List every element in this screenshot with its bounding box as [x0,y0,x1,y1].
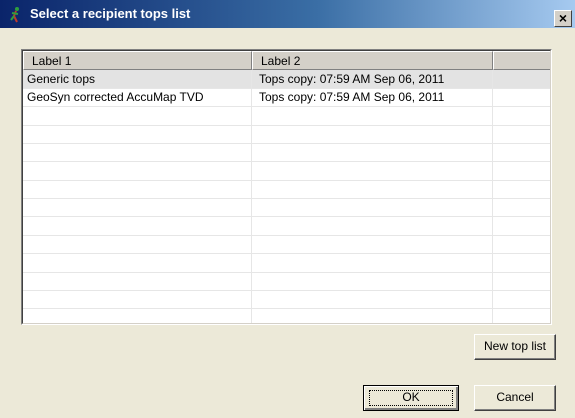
empty-row[interactable] [23,143,550,163]
table-row[interactable]: Generic tops Tops copy: 07:59 AM Sep 06, … [23,70,550,89]
empty-row[interactable] [23,162,550,181]
new-top-list-label: New top list [483,339,547,353]
empty-row[interactable] [23,235,550,255]
empty-row[interactable] [23,125,550,145]
empty-row[interactable] [23,272,550,291]
tops-list[interactable]: Label 1 Label 2 Generic tops Tops copy: 0… [21,49,552,325]
empty-row[interactable] [23,180,550,200]
cell-label-2: Tops copy: 07:59 AM Sep 06, 2011 [259,72,445,86]
column-divider [251,70,252,323]
cell-label-1: Generic tops [27,72,96,86]
column-header-label-1[interactable]: Label 1 [23,51,252,70]
cancel-label: Cancel [496,390,534,404]
column-header-text: Label 1 [32,54,72,68]
empty-row[interactable] [23,309,550,323]
close-icon: × [558,10,568,26]
cancel-button[interactable]: Cancel [474,385,556,411]
empty-row[interactable] [23,254,550,273]
cell-label-1: GeoSyn corrected AccuMap TVD [27,90,204,105]
focus-ring [369,390,453,406]
ok-button[interactable]: OK [363,385,459,411]
app-icon [10,7,19,23]
title-bar[interactable]: Select a recipient tops list × [0,0,575,28]
empty-row[interactable] [23,290,550,310]
column-header-spare[interactable] [493,51,550,70]
cell-label-2: Tops copy: 07:59 AM Sep 06, 2011 [259,90,445,105]
empty-row[interactable] [23,217,550,236]
empty-row[interactable] [23,107,550,126]
column-divider [492,70,493,323]
column-header-text: Label 2 [261,54,301,68]
window-title: Select a recipient tops list [30,6,191,21]
column-header-label-2[interactable]: Label 2 [252,51,493,70]
close-button[interactable]: × [554,10,572,27]
new-top-list-button[interactable]: New top list [474,334,556,360]
empty-row[interactable] [23,198,550,218]
table-row[interactable]: GeoSyn corrected AccuMap TVD Tops copy: 0… [23,88,550,108]
